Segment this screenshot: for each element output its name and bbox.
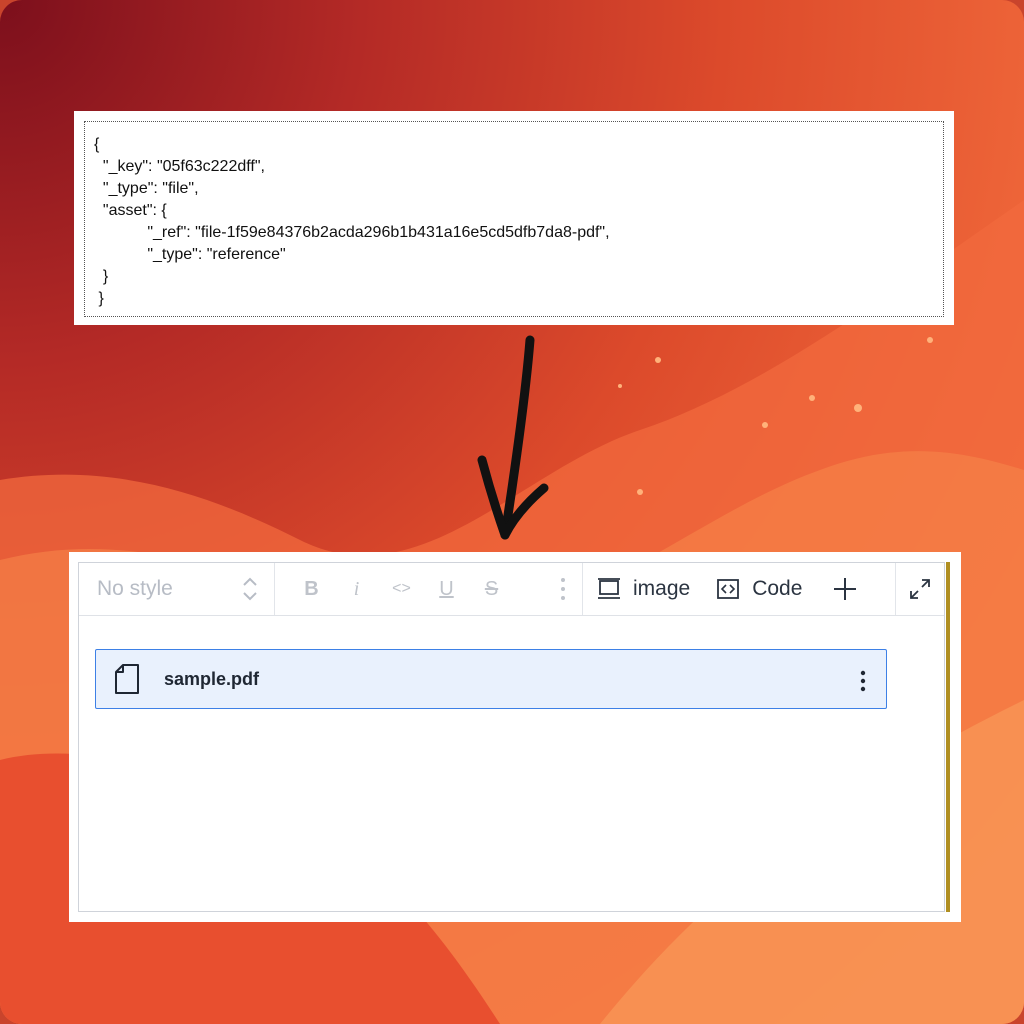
editor-toolbar: No style B i <> U S image Code [79,563,944,616]
insert-code-button[interactable]: Code [716,577,802,601]
chevron-up-down-icon [243,577,257,601]
expand-icon [910,579,930,599]
style-select-value: No style [97,577,173,600]
code-block-icon [717,579,740,599]
json-snippet-text: { "_key": "05f63c222dff", "_type": "file… [94,136,610,307]
json-snippet-frame: { "_key": "05f63c222dff", "_type": "file… [84,121,944,317]
bold-button[interactable]: B [289,569,334,609]
editor-scroll-accent [946,562,950,912]
fullscreen-button[interactable] [896,563,944,615]
italic-button[interactable]: i [334,569,379,609]
down-arrow-icon [477,335,549,540]
style-select[interactable]: No style [79,563,275,615]
insert-image-label: image [633,577,691,600]
insert-buttons: image Code [583,563,896,615]
editor-card: No style B i <> U S image Code sample.pd… [69,552,961,922]
json-snippet-card: { "_key": "05f63c222dff", "_type": "file… [74,111,954,325]
underline-button[interactable]: U [424,569,469,609]
file-block-menu-icon[interactable] [860,670,866,692]
insert-more-button[interactable] [832,576,858,602]
image-block-icon [598,578,620,599]
format-buttons: B i <> U S [275,563,583,615]
document-icon [114,663,140,695]
file-name: sample.pdf [164,668,260,689]
plus-icon [834,578,857,600]
inline-code-button[interactable]: <> [379,569,424,609]
file-block[interactable]: sample.pdf [95,649,887,709]
insert-code-label: Code [752,577,803,600]
insert-image-button[interactable]: image [597,577,690,601]
more-vertical-icon[interactable] [560,576,566,602]
portable-text-editor: No style B i <> U S image Code sample.pd… [78,562,945,912]
strikethrough-button[interactable]: S [469,569,514,609]
